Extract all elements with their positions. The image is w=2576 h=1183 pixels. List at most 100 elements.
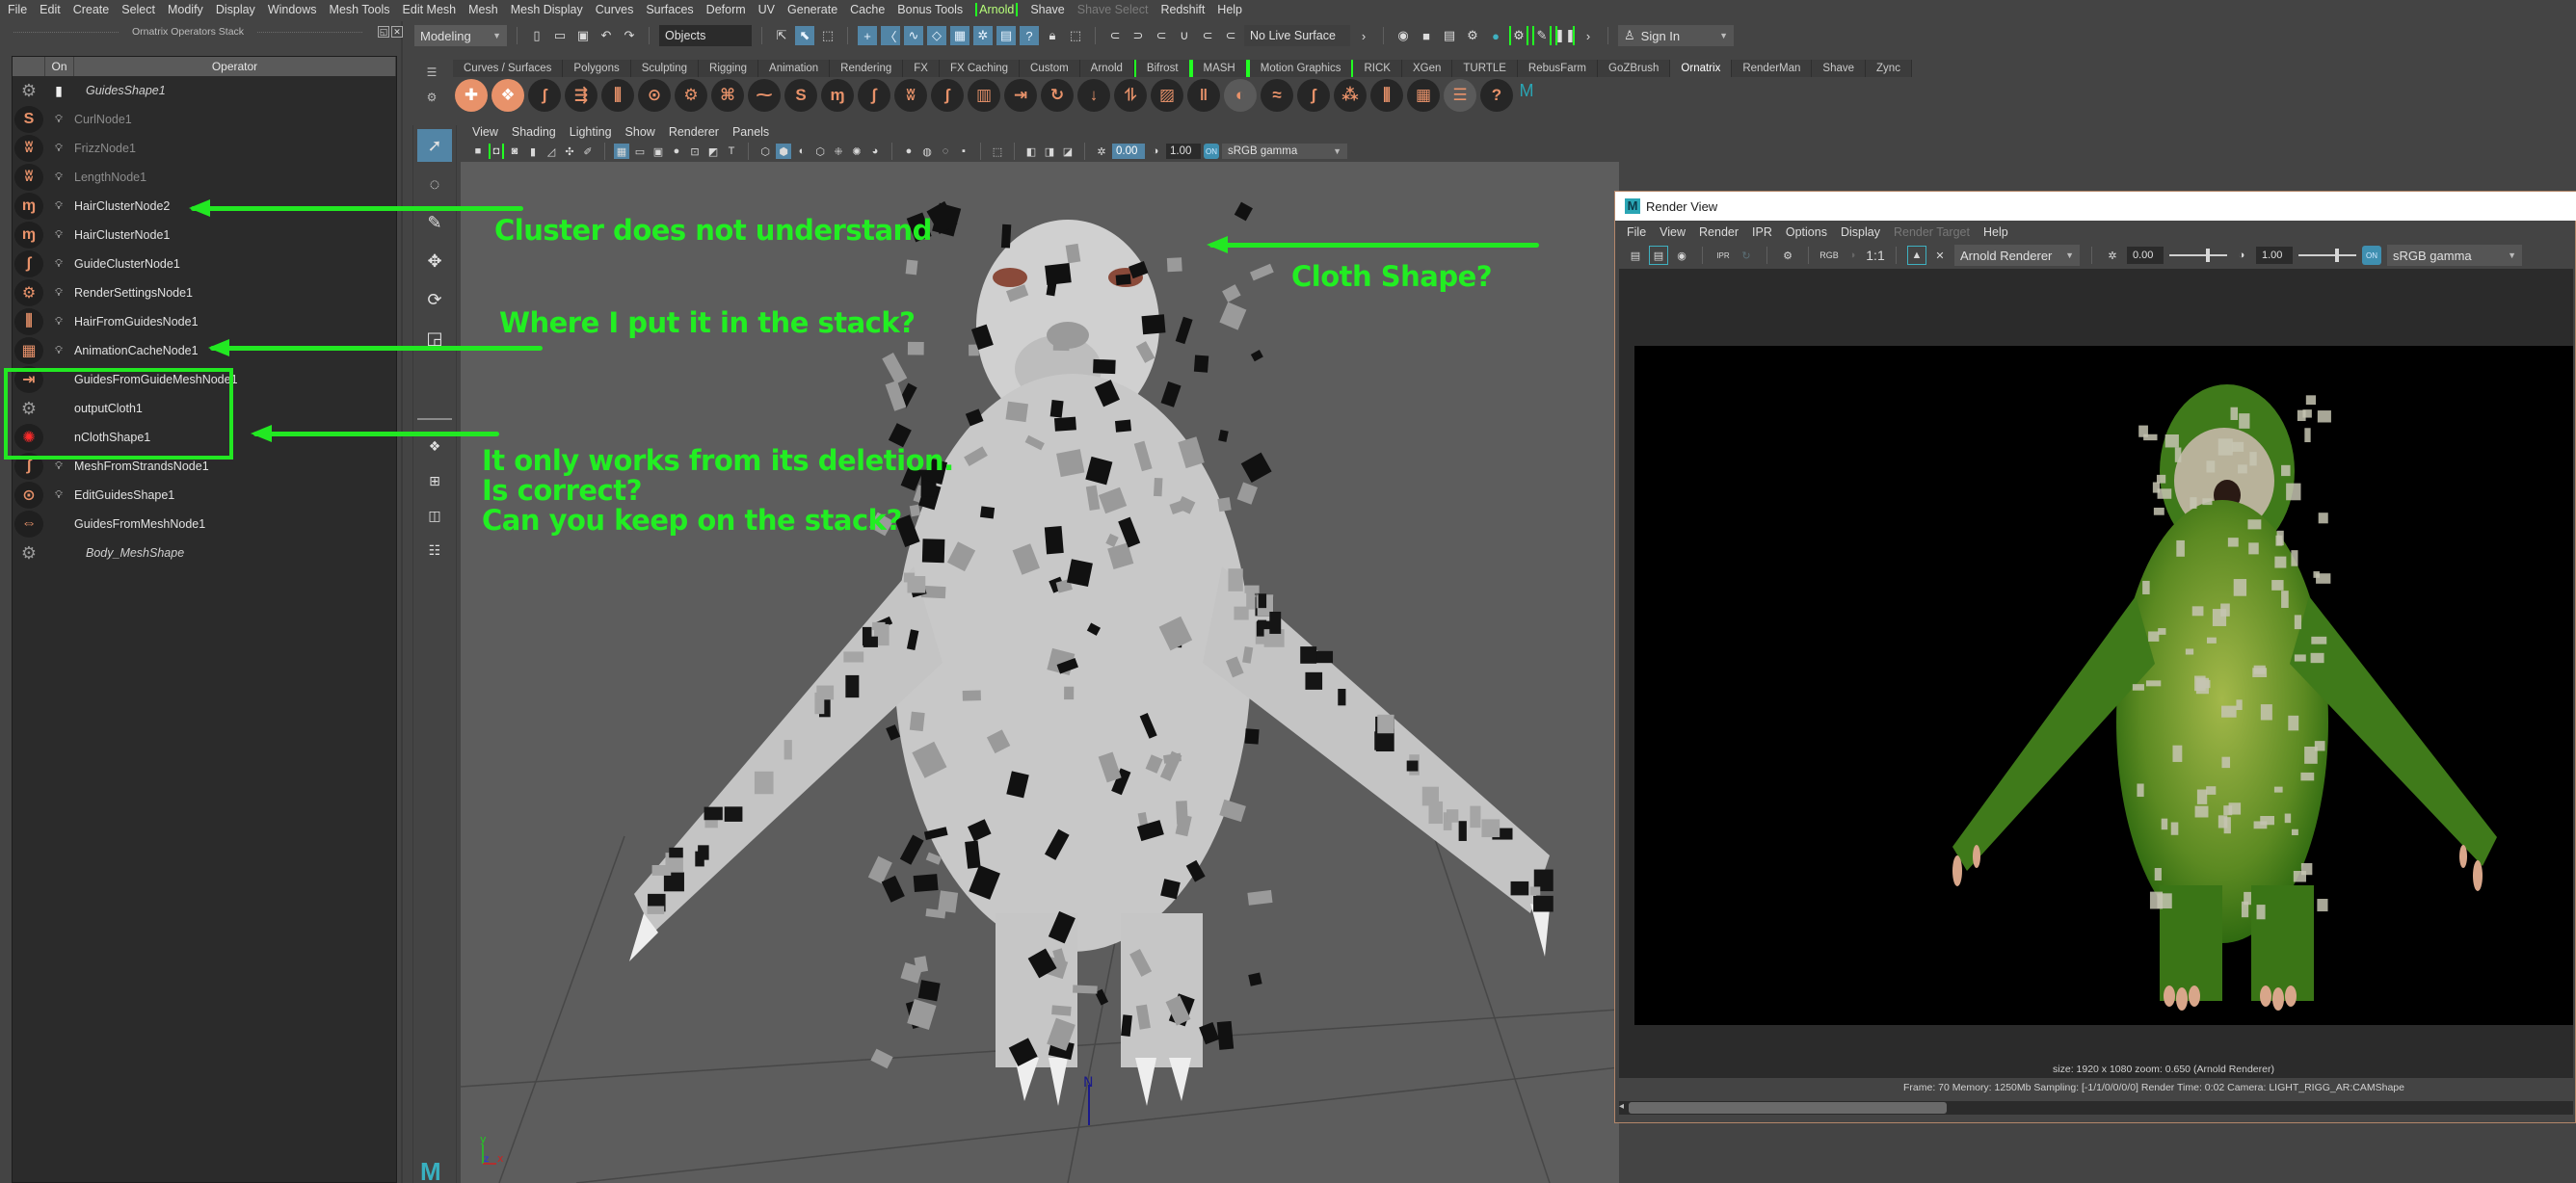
float-panel-icon[interactable]: ◱ (378, 26, 389, 38)
live-surface-field[interactable]: No Live Surface (1244, 25, 1350, 46)
operator-row[interactable]: ʬ 💡︎ LengthNode1 (13, 163, 396, 192)
operator-row[interactable]: ⚙ 💡︎ RenderSettingsNode1 (13, 278, 396, 307)
hair-noise-icon[interactable]: ≈ (1261, 79, 1293, 112)
grid-icon[interactable]: ▦ (614, 144, 629, 159)
isolate-select-icon[interactable]: ⬚ (990, 144, 1005, 159)
exposure-field[interactable]: 0.00 (1112, 144, 1145, 159)
shelf-tab-rendering[interactable]: Rendering (830, 60, 904, 77)
operator-row[interactable]: S 💡︎ CurlNode1 (13, 105, 396, 134)
comb-icon[interactable]: ▥ (968, 79, 1000, 112)
snap-grid-icon[interactable]: + (858, 26, 877, 45)
shelf-tab-renderman[interactable]: RenderMan (1732, 60, 1813, 77)
render-frame-icon[interactable]: ▤ (1627, 247, 1644, 264)
menu-generate[interactable]: Generate (787, 3, 837, 16)
render-settings-icon[interactable]: ⚙ (1779, 247, 1796, 264)
exposure-field[interactable]: 0.00 (2127, 247, 2164, 264)
shelf-tab-gozbrush[interactable]: GoZBrush (1598, 60, 1671, 77)
guides-from-mesh-icon[interactable]: ⇶ (565, 79, 598, 112)
shelf-tab-rigging[interactable]: Rigging (699, 60, 759, 77)
menu-create[interactable]: Create (73, 3, 110, 16)
menu-modify[interactable]: Modify (168, 3, 203, 16)
strands-icon[interactable]: ʃ (528, 79, 561, 112)
hypershade-icon[interactable]: ● (1486, 26, 1505, 45)
bookmark-icon[interactable]: ▮ (525, 144, 541, 159)
anti-aliasing-icon[interactable]: ◌ (938, 144, 953, 159)
cache-icon[interactable]: ▦ (1407, 79, 1440, 112)
new-scene-icon[interactable]: ▯ (527, 26, 546, 45)
strand-multiplier-icon[interactable]: ⁂ (1334, 79, 1367, 112)
history-input-icon[interactable]: ⊂ (1105, 26, 1125, 45)
toggle-on-bulb-icon[interactable]: 💡︎ (43, 171, 74, 184)
toggle-on-bulb-icon[interactable]: 💡︎ (43, 114, 74, 126)
menu-edit[interactable]: Edit (40, 3, 61, 16)
shelf-tab-turtle[interactable]: TURTLE (1452, 60, 1518, 77)
help-icon[interactable]: ? (1480, 79, 1513, 112)
exposure-slider[interactable] (2169, 249, 2227, 262)
operator-row[interactable]: ⚙ Body_MeshShape (13, 539, 396, 567)
scroll-left-icon[interactable]: ◂ (1619, 1101, 1624, 1112)
refresh-ipr-icon[interactable]: ↻ (1738, 247, 1755, 264)
toggle-on-bulb-icon[interactable]: 💡︎ (43, 345, 74, 357)
shelf-tab-arnold[interactable]: Arnold (1079, 60, 1134, 77)
render-view-menu-file[interactable]: File (1627, 225, 1646, 239)
color-space-dropdown[interactable]: sRGB gamma ▼ (1222, 144, 1347, 159)
menu-mesh-display[interactable]: Mesh Display (511, 3, 583, 16)
expand-icon[interactable]: › (1354, 26, 1373, 45)
toggle-on-bulb-icon[interactable]: 💡︎ (43, 143, 74, 155)
render-view-menu-ipr[interactable]: IPR (1752, 225, 1772, 239)
slider-handle[interactable] (2206, 249, 2210, 262)
horizontal-scrollbar[interactable]: ◂ (1619, 1101, 2573, 1115)
render-canvas[interactable] (1619, 269, 2573, 1078)
operator-row[interactable]: ∫ 💡︎ GuideClusterNode1 (13, 250, 396, 278)
toggle-on-bulb-icon[interactable]: 💡︎ (43, 316, 74, 329)
shelf-tab-rick[interactable]: RICK (1353, 60, 1402, 77)
arnold-render-icon[interactable]: ⚙ (1509, 26, 1528, 45)
gate-mask-icon[interactable]: ● (669, 144, 684, 159)
four-view-layout-icon[interactable]: ⊞ (417, 466, 452, 495)
hair-cluster-icon[interactable]: ɱ (821, 79, 854, 112)
open-scene-icon[interactable]: ▭ (550, 26, 570, 45)
undo-icon[interactable]: ↶ (597, 26, 616, 45)
shelf-tab-ornatrix[interactable]: Ornatrix (1670, 60, 1733, 77)
viewport-menu-panels[interactable]: Panels (732, 125, 769, 139)
lock-camera-icon[interactable]: ◘ (489, 144, 504, 159)
real-size-button[interactable]: 1:1 (1866, 247, 1884, 264)
surface-comb-icon[interactable]: ⥮ (1114, 79, 1147, 112)
xray-active-icon[interactable]: ◨ (1042, 144, 1057, 159)
menu-uv[interactable]: UV (758, 3, 775, 16)
snap-view-plane-icon[interactable]: ◇ (927, 26, 946, 45)
ornatrix-logo-icon[interactable]: M (1517, 81, 1536, 100)
snap-pivot-icon[interactable]: ✲ (973, 26, 993, 45)
color-management-toggle[interactable]: ON (2362, 246, 2381, 265)
motion-blur-icon[interactable]: ◍ (919, 144, 935, 159)
mesh-from-strands-icon[interactable]: ‖ (1187, 79, 1220, 112)
construction-history-icon[interactable]: ⊂ (1152, 26, 1171, 45)
menu-mesh-tools[interactable]: Mesh Tools (330, 3, 390, 16)
toggle-on-bulb-icon[interactable]: 💡︎ (43, 460, 74, 473)
rotate-strands-icon[interactable]: ↻ (1041, 79, 1074, 112)
gamma-icon[interactable]: ◑ (1148, 144, 1163, 159)
viewport-menu-lighting[interactable]: Lighting (570, 125, 612, 139)
menu-edit-mesh[interactable]: Edit Mesh (403, 3, 457, 16)
snap-point-icon[interactable]: ∿ (904, 26, 923, 45)
menu-surfaces[interactable]: Surfaces (646, 3, 693, 16)
guides-from-guide-mesh-icon[interactable]: ⇥ (1004, 79, 1037, 112)
redo-icon[interactable]: ↷ (620, 26, 639, 45)
shelf-tab-curves-surfaces[interactable]: Curves / Surfaces (453, 60, 564, 77)
shadows-icon[interactable]: ◕ (867, 144, 883, 159)
expand-icon[interactable]: › (1579, 26, 1598, 45)
braid-icon[interactable]: ʃ (1297, 79, 1330, 112)
stack-icon[interactable]: ☰ (1444, 79, 1476, 112)
menu-shave-select[interactable]: Shave Select (1077, 3, 1149, 16)
toggle-on-bulb-icon[interactable]: 💡︎ (43, 229, 74, 242)
wireframe-on-shaded-icon[interactable]: ⬡ (812, 144, 828, 159)
menu-select[interactable]: Select (121, 3, 155, 16)
toggle-on-bulb-icon[interactable]: 💡︎ (43, 489, 74, 502)
select-tool-icon[interactable]: ➚ (417, 129, 452, 162)
2d-pan-zoom-icon[interactable]: ✣ (562, 144, 577, 159)
history-output-icon[interactable]: ⊃ (1129, 26, 1148, 45)
toggle-on-bulb-icon[interactable]: 💡︎ (43, 258, 74, 271)
move-tool-icon[interactable]: ✥ (417, 245, 452, 277)
selection-mode-field[interactable]: Objects (659, 25, 752, 46)
operator-row[interactable]: ⚙ ▮ GuidesShape1 (13, 76, 396, 105)
